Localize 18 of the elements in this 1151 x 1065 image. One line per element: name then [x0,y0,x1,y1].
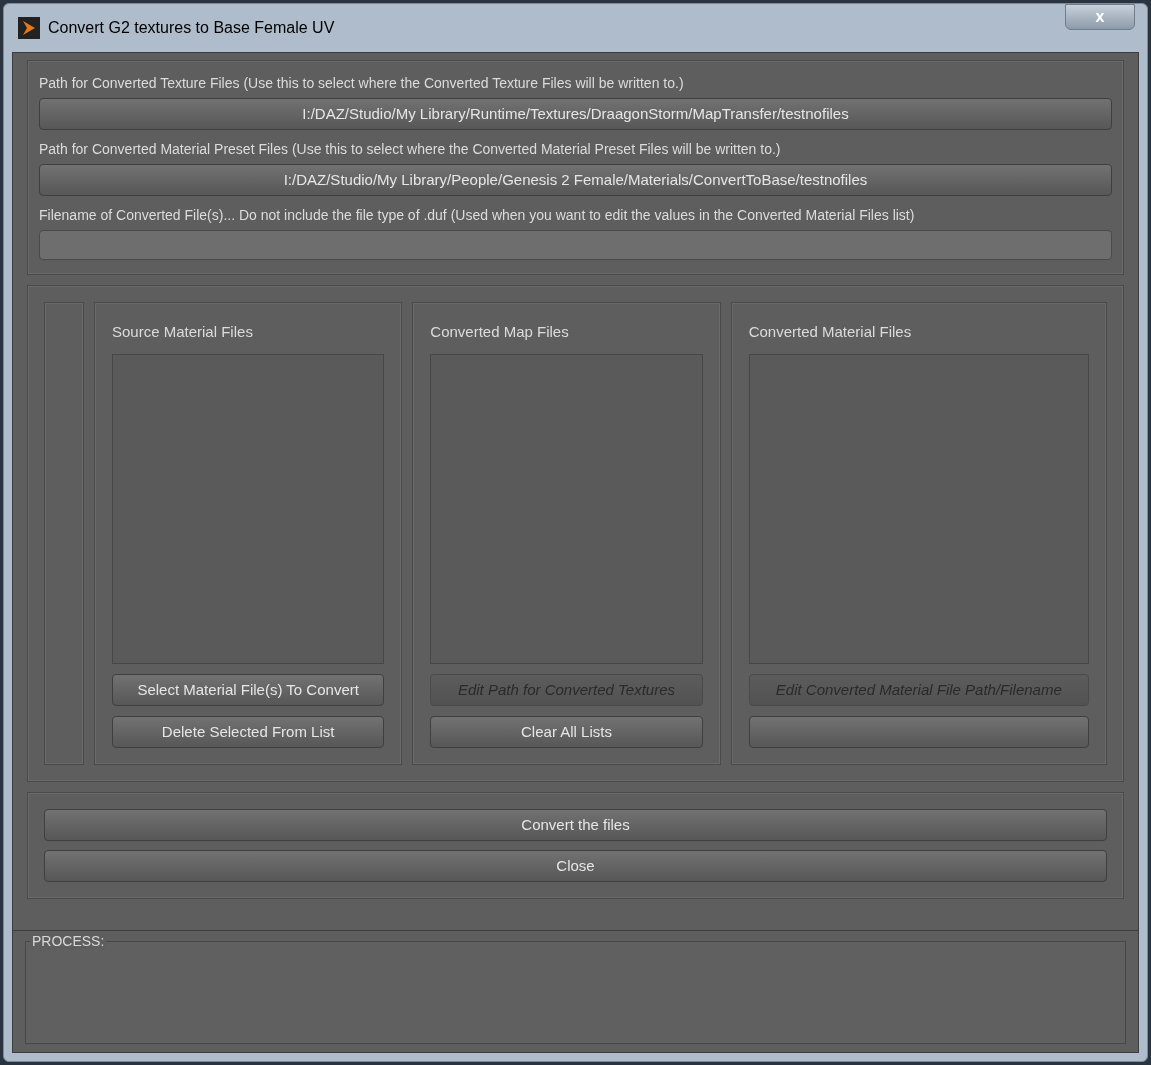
window-title: Convert G2 textures to Base Female UV [48,18,335,38]
field-label: Path for Converted Material Preset Files (Use this to select where the Converted Material Preset Files will be written to.) [39,140,782,159]
filename-field[interactable] [39,230,1112,260]
list-title: Converted Map Files [430,322,570,342]
action-button[interactable]: Convert the files [44,809,1107,841]
path-button[interactable]: I:/DAZ/Studio/My Library/Runtime/Textures/DraagonStorm/MapTransfer/testnofiles [39,98,1112,130]
action-button[interactable]: Close [44,850,1107,882]
field-label: Filename of Converted File(s)... Do not include the file type of .duf (Used when you want to edit the values in the Converted Material Files list) [39,206,916,225]
field-label: Path for Converted Texture Files (Use this to select where the Converted Texture Files will be written to.) [39,74,685,93]
list-title: Source Material Files [112,322,254,342]
action-button[interactable]: Delete Selected From List [112,716,385,748]
app-logo-icon [18,17,40,39]
path-button[interactable]: I:/DAZ/Studio/My Library/People/Genesis 2 Female/Materials/ConvertToBase/testnofiles [39,164,1112,196]
action-button[interactable]: Select Material File(s) To Convert [112,674,385,706]
group-label: PROCESS: [30,933,107,949]
action-button[interactable] [748,716,1089,748]
action-button[interactable]: Clear All Lists [430,716,703,748]
list-title: Converted Material Files [748,322,913,342]
